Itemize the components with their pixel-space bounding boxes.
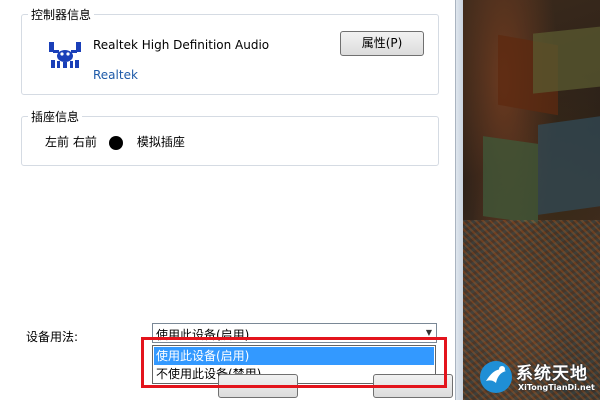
desktop-wallpaper (463, 0, 600, 400)
site-watermark: 系统天地 XiTongTianDi.net (478, 357, 598, 397)
jack-color-dot-icon (108, 135, 123, 150)
jack-positions: 左前 右前 (45, 135, 97, 149)
vendor-link[interactable]: Realtek (93, 68, 138, 82)
realtek-crab-icon (49, 42, 81, 68)
wallpaper-shape (483, 136, 538, 224)
device-properties-dialog: 控制器信息 Realtek High Definition Audio Real… (0, 0, 463, 400)
device-usage-label: 设备用法: (26, 330, 79, 344)
window-frame (455, 0, 463, 400)
watermark-logo-icon (480, 361, 512, 393)
red-highlight-annotation (141, 337, 447, 388)
controller-info-group: 控制器信息 Realtek High Definition Audio Real… (21, 6, 439, 95)
jack-type: 模拟插座 (136, 135, 185, 149)
jack-info-title: 插座信息 (28, 108, 83, 125)
jack-row: 左前 右前 模拟插座 (45, 133, 185, 150)
wallpaper-shape (533, 26, 600, 94)
wallpaper-shape (538, 115, 600, 215)
watermark-url: XiTongTianDi.net (518, 383, 595, 392)
device-name: Realtek High Definition Audio (93, 38, 270, 52)
watermark-title: 系统天地 (516, 364, 588, 384)
controller-info-title: 控制器信息 (28, 6, 95, 23)
properties-button[interactable]: 属性(P) (340, 31, 424, 56)
jack-info-group: 插座信息 左前 右前 模拟插座 (21, 108, 439, 166)
